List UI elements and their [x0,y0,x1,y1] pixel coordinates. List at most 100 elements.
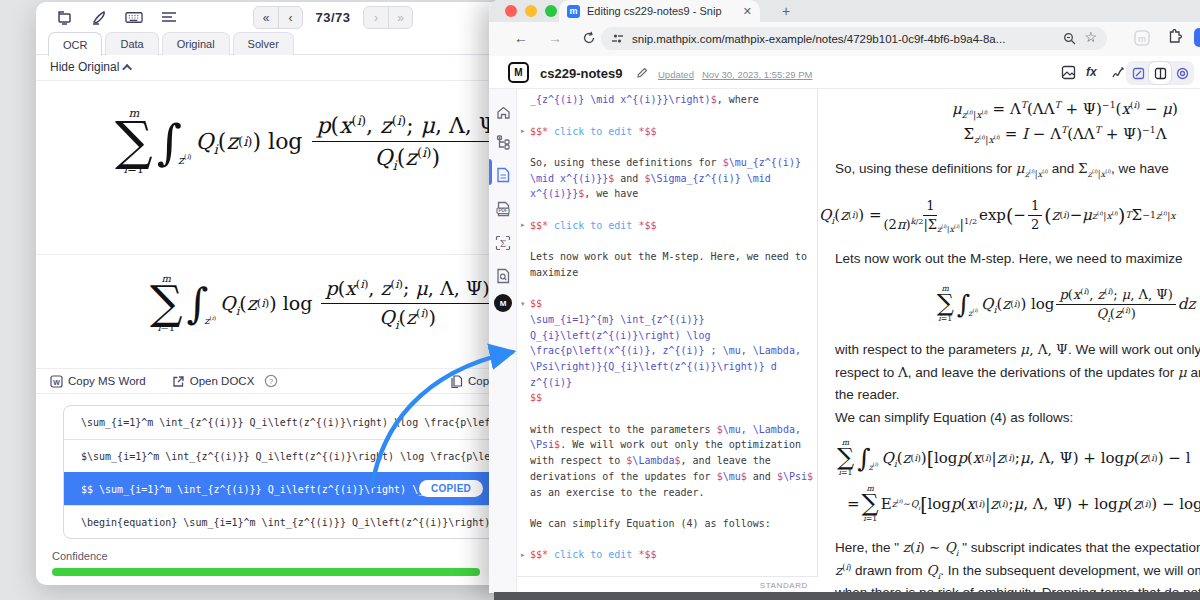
source-line[interactable] [517,280,817,296]
latex-format-row[interactable]: \sum_{i=1}^m \int_{z^{(i)}} Q_i\left(z^{… [64,406,506,439]
maximize-window-button[interactable] [545,5,557,17]
svg-text:?: ? [269,377,274,386]
source-code: maximize [530,267,578,278]
profile-avatar[interactable] [1194,28,1200,47]
source-code: x^{(i)}}$, we have [530,188,638,199]
source-line[interactable]: \sum_{i=1}^{m} \int_{z^{(i)}} [517,312,817,328]
fold-marker-icon[interactable]: ▸ [517,127,530,135]
lines-icon[interactable] [160,8,178,26]
sidebar-sigma-snip-icon[interactable]: Σ [494,234,512,252]
source-line[interactable]: _{z^{(i)} \mid x^{(i)}}\right)$, where [517,92,817,108]
latex-format-row[interactable]: \begin{equation} \sum_{i=1}^m \int_{z^{(… [64,505,506,538]
source-line[interactable]: maximize [517,265,817,281]
source-line[interactable]: ▸$$* click to edit *$$ [517,123,817,139]
source-line[interactable] [517,139,817,155]
insert-equation-icon[interactable]: fx [1086,65,1097,79]
sidebar-doc-search-icon[interactable] [494,267,512,285]
forward-button[interactable]: → [548,30,562,46]
source-code: Q_{i}\left(z^{(i)}\right) \log [530,330,711,341]
source-line[interactable]: ▾$$ [517,296,817,312]
browser-window: m Editing cs229-notes9 - Snip ✕ + ← → sn… [489,0,1200,593]
url-text: snip.mathpix.com/mathpix-example/notes/4… [632,33,1055,45]
keyboard-icon[interactable] [125,8,143,26]
markdown-source-pane[interactable]: _{z^{(i)} \mid x^{(i)}}\right)$, where▸$… [517,89,818,593]
source-code: with respect to the parameters $\mu, \La… [530,424,801,435]
tab-original[interactable]: Original [162,32,230,55]
minimize-window-button[interactable] [525,5,537,17]
user-avatar[interactable]: M [494,294,512,312]
browser-tab[interactable]: m Editing cs229-notes9 - Snip ✕ [559,0,760,22]
split-view-button[interactable] [1149,62,1171,84]
next-page-button[interactable]: › [364,7,388,28]
zoom-icon[interactable] [1063,32,1076,45]
preview-mode-button[interactable] [1171,62,1193,84]
sidebar-home-icon[interactable] [494,103,512,121]
source-line[interactable]: \mid x^{(i)}}$ and $\Sigma_{z^{(i)} \mid [517,170,817,186]
page-nav-back-group: « ‹ [253,6,303,29]
tab-solver[interactable]: Solver [233,32,294,55]
latex-format-list: \sum_{i=1}^m \int_{z^{(i)}} Q_i\left(z^{… [63,405,506,539]
source-line[interactable]: \frac{p\left(x^{(i)}, z^{(i)} ; \mu, \La… [517,343,817,359]
reload-button[interactable] [582,31,596,45]
source-line[interactable]: Lets now work out the M-step. Here, we n… [517,249,817,265]
tab-data[interactable]: Data [105,32,158,55]
copy-ms-word-button[interactable]: W Copy MS Word [50,375,146,388]
source-line[interactable]: with respect to the parameters $\mu, \La… [517,421,817,437]
insert-image-icon[interactable] [1061,65,1076,80]
prev-page-button[interactable]: ‹ [278,7,302,28]
screenshot-icon[interactable] [55,8,73,26]
sidebar-pdf-icon[interactable]: PDF [494,200,512,218]
last-page-button[interactable]: » [388,7,412,28]
tab-close-icon[interactable]: ✕ [743,5,752,18]
edit-mode-button[interactable] [1127,62,1149,84]
source-line[interactable] [517,202,817,218]
source-line[interactable]: Q_{i}\left(z^{(i)}\right) \log [517,327,817,343]
bookmark-star-icon[interactable]: ☆ [1084,29,1097,45]
source-line[interactable] [517,500,817,516]
url-bar[interactable]: snip.mathpix.com/mathpix-example/notes/4… [601,27,1107,50]
back-button[interactable]: ← [514,30,528,46]
source-line[interactable]: ▸$$* click to edit *$$ [517,547,817,563]
source-line[interactable] [517,531,817,547]
source-line[interactable]: as an exercise to the reader. [517,484,817,500]
source-line[interactable]: We can simplify Equation (4) as follows: [517,516,817,532]
source-line[interactable] [517,108,817,124]
close-window-button[interactable] [505,5,517,17]
source-line[interactable] [517,406,817,422]
pen-icon[interactable] [90,8,108,26]
sidebar-document-icon[interactable] [494,166,512,184]
extensions-icon[interactable] [1167,29,1183,45]
source-line[interactable]: derivations of the updates for $\mu$ and… [517,469,817,485]
help-button[interactable]: ? [264,374,278,388]
sidebar-pages-tree-icon[interactable] [494,133,512,151]
source-line[interactable] [517,233,817,249]
help-icon: ? [264,374,278,388]
page-indicator: 73/73 [303,10,363,25]
source-line[interactable]: So, using these definitions for $\mu_{z^… [517,155,817,171]
open-docx-button[interactable]: Open DOCX [172,375,255,388]
mathpix-extension-icon[interactable]: m [1133,29,1151,47]
source-line[interactable]: \Psi$. We will work out only the optimiz… [517,437,817,453]
latex-format-row[interactable]: $$ \sum_{i=1}^m \int_{z^{(i)}} Q_i\left(… [64,472,506,505]
site-settings-icon[interactable] [611,32,624,45]
source-line[interactable]: \Psi\right)}{Q_{i}\left(z^{(i)}\right)} … [517,359,817,375]
fold-marker-icon[interactable]: ▸ [517,551,530,559]
fold-marker-icon[interactable]: ▾ [517,300,530,308]
source-line[interactable]: ▸$$* click to edit *$$ [517,218,817,234]
source-code: \Psi$. We will work out only the optimiz… [530,439,801,450]
latex-format-row[interactable]: $\sum_{i=1}^m \int_{z^{(i)}} Q_i\left(z^… [64,439,506,472]
hide-original-toggle[interactable]: Hide Original [50,60,132,74]
source-line[interactable]: x^{(i)}}$, we have [517,186,817,202]
copy-ms-word-label: Copy MS Word [68,375,146,387]
first-page-button[interactable]: « [254,7,278,28]
rename-icon[interactable] [636,66,649,79]
tab-ocr[interactable]: OCR [48,32,102,56]
draw-icon[interactable] [1111,65,1126,80]
source-line[interactable]: with respect to $\Lambda$, and leave the [517,453,817,469]
new-tab-button[interactable]: + [777,2,795,20]
source-line[interactable]: $$ [517,390,817,406]
rendered-preview-pane[interactable]: μz(i)|x(i) = ΛT(ΛΛT + Ψ)−1(x(i) − μ)Σz(i… [819,89,1200,593]
fold-marker-icon[interactable]: ▸ [517,221,530,229]
standard-mode-label: STANDARD [760,581,808,590]
source-line[interactable]: z^{(i)} [517,374,817,390]
